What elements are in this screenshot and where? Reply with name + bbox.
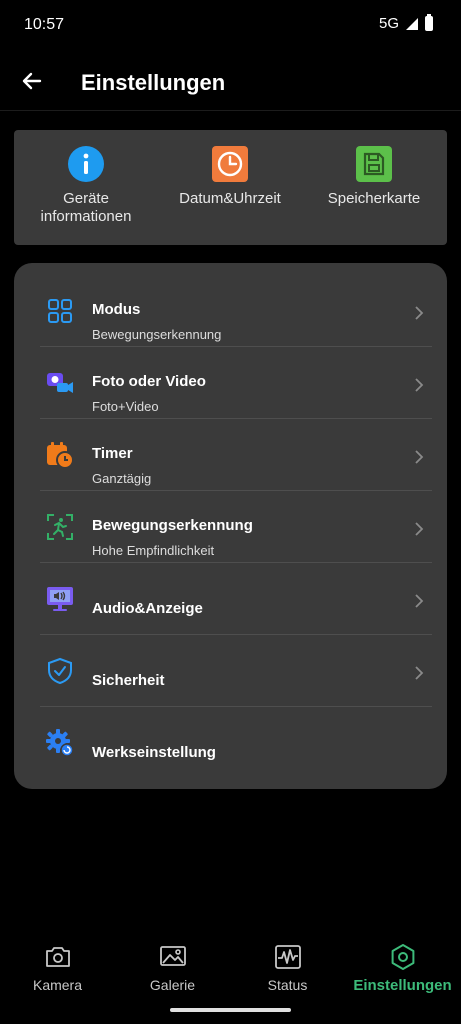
app-header: Einstellungen xyxy=(0,55,461,111)
info-icon xyxy=(68,146,104,182)
nav-label: Status xyxy=(267,977,308,993)
network-label: 5G xyxy=(378,15,399,32)
date-time-label: Datum&Uhrzeit xyxy=(179,190,281,207)
settings-item-subtitle: Bewegungserkennung xyxy=(92,327,222,342)
sd-card-label: Speicherkarte xyxy=(327,190,421,207)
device-info-label: Geräte informationen xyxy=(40,190,132,225)
gear-reset-icon xyxy=(46,729,74,757)
chevron-right-icon xyxy=(415,666,424,680)
nav-label: Einstellungen xyxy=(353,977,452,994)
camera-icon xyxy=(45,947,70,967)
clock-icon xyxy=(212,146,248,182)
settings-item-subtitle: Foto+Video xyxy=(92,399,159,414)
back-arrow-icon[interactable] xyxy=(20,69,44,93)
chevron-right-icon xyxy=(415,522,424,536)
date-time-button[interactable]: Datum&Uhrzeit xyxy=(158,146,302,208)
settings-item-werkseinstellung[interactable]: Werkseinstellung xyxy=(40,706,432,778)
settings-item-title: Timer xyxy=(92,445,133,462)
status-icons: 5G xyxy=(378,14,433,32)
home-indicator[interactable] xyxy=(170,1008,291,1012)
settings-item-subtitle: Hohe Empfindlichkeit xyxy=(92,543,215,558)
settings-item-audio-anzeige[interactable]: Audio&Anzeige xyxy=(40,562,432,634)
shield-icon xyxy=(48,657,72,685)
grid-icon xyxy=(48,299,72,323)
settings-item-title: Audio&Anzeige xyxy=(92,600,203,617)
camera-video-icon xyxy=(47,373,73,393)
gallery-icon xyxy=(159,946,186,966)
waveform-icon xyxy=(274,945,301,969)
status-bar: 10:57 5G xyxy=(0,0,461,50)
settings-item-subtitle: Ganztägig xyxy=(92,471,152,486)
nav-tab-status[interactable]: Status xyxy=(230,943,345,993)
chevron-right-icon xyxy=(415,450,424,464)
calendar-timer-icon xyxy=(47,442,74,469)
settings-item-title: Werkseinstellung xyxy=(92,744,216,761)
nav-tab-kamera[interactable]: Kamera xyxy=(0,943,115,993)
monitor-audio-icon xyxy=(47,587,73,611)
nav-label: Kamera xyxy=(32,977,83,993)
settings-item-bewegungserkennung[interactable]: Bewegungserkennung Hohe Empfindlichkeit xyxy=(40,490,432,562)
quick-access-card: Geräte informationen Datum&Uhrzeit Speic… xyxy=(14,130,447,245)
nav-label: Galerie xyxy=(149,977,196,993)
page-title: Einstellungen xyxy=(81,70,226,95)
settings-item-title: Modus xyxy=(92,301,141,318)
settings-item-timer[interactable]: Timer Ganztägig xyxy=(40,418,432,490)
nav-tab-einstellungen[interactable]: Einstellungen xyxy=(345,943,460,994)
battery-icon xyxy=(425,14,433,31)
bottom-navigation: Kamera Galerie Status Einstellungen xyxy=(0,935,461,1005)
settings-item-modus[interactable]: Modus Bewegungserkennung xyxy=(40,274,432,346)
sd-card-icon xyxy=(356,146,392,182)
settings-item-title: Sicherheit xyxy=(92,672,165,689)
settings-item-title: Bewegungserkennung xyxy=(92,517,253,534)
device-info-button[interactable]: Geräte informationen xyxy=(14,146,158,226)
settings-item-sicherheit[interactable]: Sicherheit xyxy=(40,634,432,706)
sd-card-button[interactable]: Speicherkarte xyxy=(302,146,446,208)
settings-item-title: Foto oder Video xyxy=(92,373,206,390)
nav-tab-galerie[interactable]: Galerie xyxy=(115,943,230,993)
settings-item-foto-video[interactable]: Foto oder Video Foto+Video xyxy=(40,346,432,418)
signal-icon xyxy=(406,17,418,30)
settings-list-card: Modus Bewegungserkennung Foto oder Video… xyxy=(14,263,447,789)
chevron-right-icon xyxy=(415,306,424,320)
motion-scan-icon xyxy=(47,514,73,540)
hexagon-settings-icon xyxy=(391,944,414,970)
chevron-right-icon xyxy=(415,594,424,608)
status-time: 10:57 xyxy=(24,16,65,33)
chevron-right-icon xyxy=(415,378,424,392)
